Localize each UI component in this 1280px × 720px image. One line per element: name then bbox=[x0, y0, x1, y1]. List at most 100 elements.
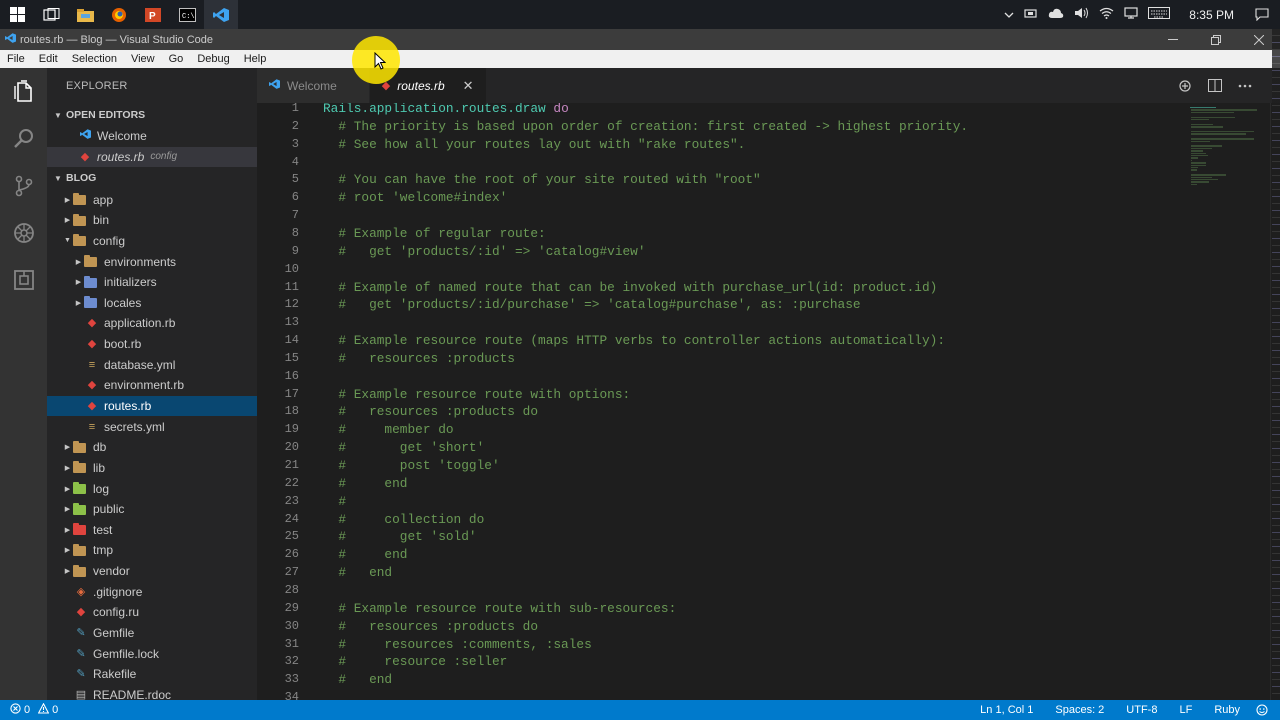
restore-button[interactable] bbox=[1194, 29, 1237, 50]
tree-item[interactable]: ▶ environments bbox=[47, 251, 257, 272]
network-icon[interactable] bbox=[1119, 7, 1143, 22]
folder-icon bbox=[84, 255, 97, 268]
window-title: routes.rb — Blog — Visual Studio Code bbox=[20, 33, 214, 46]
search-activity-icon[interactable] bbox=[0, 115, 47, 162]
line-number: 13 bbox=[284, 315, 299, 330]
open-editors-header[interactable]: ▼ OPEN EDITORS bbox=[47, 104, 257, 126]
line-number: 26 bbox=[284, 547, 299, 562]
tree-item[interactable]: ≡ secrets.yml bbox=[47, 416, 257, 437]
tree-item[interactable]: ▶ locales bbox=[47, 292, 257, 313]
tree-item[interactable]: ✎ Gemfile bbox=[47, 623, 257, 644]
tree-item[interactable]: ▶ db bbox=[47, 437, 257, 458]
minimap-line bbox=[1191, 111, 1234, 114]
task-view-icon[interactable] bbox=[34, 0, 68, 29]
minimap[interactable] bbox=[1190, 103, 1270, 700]
menu-debug[interactable]: Debug bbox=[190, 53, 236, 65]
menu-help[interactable]: Help bbox=[237, 53, 274, 65]
taskbar-clock[interactable]: 8:35 PM bbox=[1175, 8, 1244, 22]
feedback-icon[interactable] bbox=[1248, 704, 1280, 716]
close-tab-icon[interactable]: ✕ bbox=[463, 78, 474, 94]
eol-status[interactable]: LF bbox=[1171, 704, 1206, 716]
tree-item[interactable]: ✎ Rakefile bbox=[47, 664, 257, 685]
windows-start-icon[interactable] bbox=[0, 0, 34, 29]
wifi-icon[interactable] bbox=[1094, 7, 1119, 22]
open-editor-welcome[interactable]: Welcome bbox=[47, 126, 257, 147]
menu-edit[interactable]: Edit bbox=[32, 53, 65, 65]
minimap-line bbox=[1191, 176, 1212, 178]
code-editor[interactable]: 1 Rails.application.routes.draw do 2 # The… bbox=[257, 103, 1280, 700]
line-number: 18 bbox=[284, 404, 299, 419]
cmd-icon[interactable]: C:\ bbox=[170, 0, 204, 29]
split-editor-icon[interactable] bbox=[1200, 79, 1230, 92]
menu-go[interactable]: Go bbox=[162, 53, 191, 65]
problems-status[interactable]: 0 0 bbox=[10, 702, 66, 717]
tree-item[interactable]: ▼ config bbox=[47, 231, 257, 252]
tree-item[interactable]: ✎ Gemfile.lock bbox=[47, 643, 257, 664]
tree-item[interactable]: ◆ environment.rb bbox=[47, 375, 257, 396]
tree-item[interactable]: ▶ bin bbox=[47, 210, 257, 231]
ruby-file-icon: ◆ bbox=[87, 400, 97, 412]
code-line: # end bbox=[323, 672, 393, 688]
tree-item[interactable]: ▶ tmp bbox=[47, 540, 257, 561]
tree-item-label: tmp bbox=[93, 543, 114, 558]
code-line: # Example of regular route: bbox=[323, 225, 546, 241]
project-header[interactable]: ▼ BLOG bbox=[47, 167, 257, 189]
debug-activity-icon[interactable] bbox=[0, 209, 47, 256]
tree-item[interactable]: ◆ config.ru bbox=[47, 602, 257, 623]
vscode-icon[interactable] bbox=[204, 0, 238, 29]
volume-icon[interactable] bbox=[1069, 7, 1094, 22]
tree-item[interactable]: ▶ vendor bbox=[47, 561, 257, 582]
firefox-icon[interactable] bbox=[102, 0, 136, 29]
code-line: # You can have the root of your site rou… bbox=[323, 172, 761, 188]
extensions-activity-icon[interactable] bbox=[0, 256, 47, 303]
tree-item[interactable]: ◆ routes.rb bbox=[47, 395, 257, 417]
line-number: 10 bbox=[284, 261, 299, 276]
language-mode[interactable]: Ruby bbox=[1206, 704, 1248, 716]
tree-item[interactable]: ▶ initializers bbox=[47, 272, 257, 293]
tree-item[interactable]: ≡ database.yml bbox=[47, 354, 257, 375]
menu-view[interactable]: View bbox=[124, 53, 162, 65]
tree-item[interactable]: ▶ lib bbox=[47, 458, 257, 479]
open-editor-routes[interactable]: ◆ routes.rb config bbox=[47, 146, 257, 168]
indentation-status[interactable]: Spaces: 2 bbox=[1047, 704, 1118, 716]
git-file-icon: ◈ bbox=[76, 585, 86, 598]
line-number: 32 bbox=[284, 654, 299, 669]
tree-item[interactable]: ▤ README.rdoc bbox=[47, 685, 257, 700]
cloud-icon[interactable] bbox=[1043, 8, 1069, 22]
tab-welcome[interactable]: Welcome bbox=[257, 68, 370, 103]
menu-file[interactable]: File bbox=[0, 53, 32, 65]
tree-item[interactable]: ◈ .gitignore bbox=[47, 581, 257, 602]
source-control-activity-icon[interactable] bbox=[0, 162, 47, 209]
minimap-line bbox=[1191, 150, 1204, 152]
tree-item[interactable]: ◆ boot.rb bbox=[47, 334, 257, 355]
line-number: 22 bbox=[284, 475, 299, 490]
chevron-down-icon: ▼ bbox=[54, 111, 62, 120]
minimize-button[interactable] bbox=[1151, 29, 1194, 50]
tree-item[interactable]: ▶ public bbox=[47, 499, 257, 520]
explorer-title: EXPLORER bbox=[66, 80, 128, 92]
keyboard-icon[interactable] bbox=[1143, 7, 1175, 22]
tree-item[interactable]: ▶ log bbox=[47, 478, 257, 499]
code-line: # resources :products bbox=[323, 350, 515, 366]
tree-item[interactable]: ▶ test bbox=[47, 520, 257, 541]
chevron-right-icon: ▶ bbox=[64, 506, 71, 514]
code-line: # member do bbox=[323, 422, 454, 438]
cursor-position[interactable]: Ln 1, Col 1 bbox=[972, 704, 1047, 716]
notifications-icon[interactable] bbox=[1244, 0, 1280, 29]
code-line: # Example resource route with options: bbox=[323, 386, 631, 402]
minimap-line bbox=[1191, 152, 1207, 154]
minimap-line bbox=[1191, 147, 1212, 150]
powerpoint-icon[interactable]: P bbox=[136, 0, 170, 29]
menu-selection[interactable]: Selection bbox=[65, 53, 124, 65]
encoding-status[interactable]: UTF-8 bbox=[1118, 704, 1171, 716]
tree-item[interactable]: ▶ app bbox=[47, 189, 257, 210]
open-changes-icon[interactable] bbox=[1170, 79, 1200, 93]
explorer-activity-icon[interactable] bbox=[0, 68, 47, 115]
code-line: # Example of named route that can be inv… bbox=[323, 279, 938, 295]
tree-item[interactable]: ◆ application.rb bbox=[47, 313, 257, 334]
usb-icon[interactable] bbox=[1019, 8, 1043, 22]
file-explorer-icon[interactable] bbox=[68, 0, 102, 29]
code-line: # resources :products do bbox=[323, 618, 539, 634]
chevron-up-icon[interactable] bbox=[999, 8, 1019, 22]
more-actions-icon[interactable] bbox=[1230, 84, 1260, 88]
